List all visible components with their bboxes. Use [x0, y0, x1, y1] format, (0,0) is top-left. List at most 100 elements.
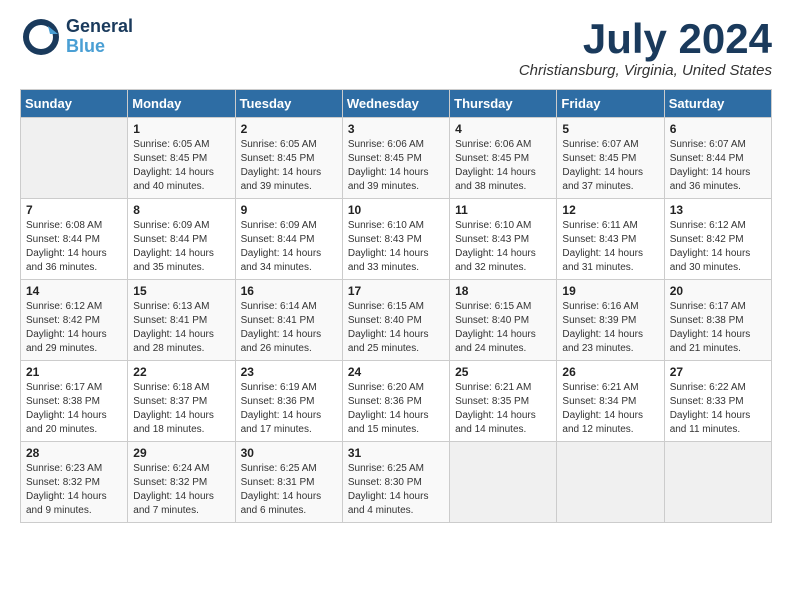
day-number: 6 [670, 122, 766, 136]
day-info: Sunrise: 6:11 AMSunset: 8:43 PMDaylight:… [562, 219, 658, 275]
day-number: 10 [348, 203, 444, 217]
calendar-cell: 6 Sunrise: 6:07 AMSunset: 8:44 PMDaylight… [664, 118, 771, 199]
day-info: Sunrise: 6:06 AMSunset: 8:45 PMDaylight:… [455, 138, 551, 194]
day-number: 7 [26, 203, 122, 217]
day-info: Sunrise: 6:12 AMSunset: 8:42 PMDaylight:… [26, 300, 122, 356]
calendar-header-row: SundayMondayTuesdayWednesdayThursdayFrid… [21, 90, 772, 118]
day-number: 18 [455, 284, 551, 298]
day-info: Sunrise: 6:09 AMSunset: 8:44 PMDaylight:… [133, 219, 229, 275]
day-info: Sunrise: 6:17 AMSunset: 8:38 PMDaylight:… [26, 381, 122, 437]
day-header-tuesday: Tuesday [235, 90, 342, 118]
day-info: Sunrise: 6:15 AMSunset: 8:40 PMDaylight:… [348, 300, 444, 356]
day-header-sunday: Sunday [21, 90, 128, 118]
calendar-cell [21, 118, 128, 199]
calendar-cell: 28Sunrise: 6:23 AMSunset: 8:32 PMDayligh… [21, 442, 128, 523]
calendar-cell [450, 442, 557, 523]
calendar-week-row: 21 Sunrise: 6:17 AMSunset: 8:38 PMDayligh… [21, 361, 772, 442]
calendar-week-row: 14 Sunrise: 6:12 AMSunset: 8:42 PMDayligh… [21, 280, 772, 361]
day-number: 14 [26, 284, 122, 298]
day-header-thursday: Thursday [450, 90, 557, 118]
calendar-cell: 3 Sunrise: 6:06 AMSunset: 8:45 PMDaylight… [342, 118, 449, 199]
day-number: 19 [562, 284, 658, 298]
calendar-cell [557, 442, 664, 523]
calendar-cell: 5Sunrise: 6:07 AMSunset: 8:45 PMDaylight… [557, 118, 664, 199]
day-number: 9 [241, 203, 337, 217]
month-title: July 2024 [519, 16, 772, 62]
calendar-cell: 7 Sunrise: 6:08 AMSunset: 8:44 PMDaylight… [21, 199, 128, 280]
day-header-wednesday: Wednesday [342, 90, 449, 118]
day-info: Sunrise: 6:07 AMSunset: 8:44 PMDaylight:… [670, 138, 766, 194]
day-info: Sunrise: 6:18 AMSunset: 8:37 PMDaylight:… [133, 381, 229, 437]
calendar-cell: 30Sunrise: 6:25 AMSunset: 8:31 PMDayligh… [235, 442, 342, 523]
day-info: Sunrise: 6:19 AMSunset: 8:36 PMDaylight:… [241, 381, 337, 437]
calendar-week-row: 7 Sunrise: 6:08 AMSunset: 8:44 PMDaylight… [21, 199, 772, 280]
logo: General Blue [20, 16, 133, 58]
day-info: Sunrise: 6:24 AMSunset: 8:32 PMDaylight:… [133, 462, 229, 518]
calendar-cell: 18Sunrise: 6:15 AMSunset: 8:40 PMDayligh… [450, 280, 557, 361]
day-info: Sunrise: 6:16 AMSunset: 8:39 PMDaylight:… [562, 300, 658, 356]
day-number: 4 [455, 122, 551, 136]
day-number: 20 [670, 284, 766, 298]
calendar-cell: 21 Sunrise: 6:17 AMSunset: 8:38 PMDayligh… [21, 361, 128, 442]
calendar-cell: 8Sunrise: 6:09 AMSunset: 8:44 PMDaylight… [128, 199, 235, 280]
calendar-cell: 26Sunrise: 6:21 AMSunset: 8:34 PMDayligh… [557, 361, 664, 442]
day-header-friday: Friday [557, 90, 664, 118]
calendar-cell: 13Sunrise: 6:12 AMSunset: 8:42 PMDayligh… [664, 199, 771, 280]
day-number: 15 [133, 284, 229, 298]
calendar-week-row: 28Sunrise: 6:23 AMSunset: 8:32 PMDayligh… [21, 442, 772, 523]
day-number: 21 [26, 365, 122, 379]
day-number: 12 [562, 203, 658, 217]
calendar-cell: 23 Sunrise: 6:19 AMSunset: 8:36 PMDayligh… [235, 361, 342, 442]
day-info: Sunrise: 6:25 AMSunset: 8:31 PMDaylight:… [241, 462, 337, 518]
calendar-cell: 22Sunrise: 6:18 AMSunset: 8:37 PMDayligh… [128, 361, 235, 442]
day-info: Sunrise: 6:17 AMSunset: 8:38 PMDaylight:… [670, 300, 766, 356]
day-info: Sunrise: 6:25 AMSunset: 8:30 PMDaylight:… [348, 462, 444, 518]
day-number: 26 [562, 365, 658, 379]
day-info: Sunrise: 6:20 AMSunset: 8:36 PMDaylight:… [348, 381, 444, 437]
day-info: Sunrise: 6:10 AMSunset: 8:43 PMDaylight:… [455, 219, 551, 275]
day-number: 24 [348, 365, 444, 379]
day-header-saturday: Saturday [664, 90, 771, 118]
day-number: 29 [133, 446, 229, 460]
calendar-cell: 20 Sunrise: 6:17 AMSunset: 8:38 PMDayligh… [664, 280, 771, 361]
calendar-cell: 4 Sunrise: 6:06 AMSunset: 8:45 PMDaylight… [450, 118, 557, 199]
calendar-table: SundayMondayTuesdayWednesdayThursdayFrid… [20, 89, 772, 523]
day-info: Sunrise: 6:05 AMSunset: 8:45 PMDaylight:… [133, 138, 229, 194]
calendar-cell: 19 Sunrise: 6:16 AMSunset: 8:39 PMDayligh… [557, 280, 664, 361]
location: Christiansburg, Virginia, United States [519, 62, 772, 79]
day-number: 31 [348, 446, 444, 460]
calendar-cell: 25Sunrise: 6:21 AMSunset: 8:35 PMDayligh… [450, 361, 557, 442]
day-info: Sunrise: 6:23 AMSunset: 8:32 PMDaylight:… [26, 462, 122, 518]
calendar-cell: 29 Sunrise: 6:24 AMSunset: 8:32 PMDayligh… [128, 442, 235, 523]
day-number: 25 [455, 365, 551, 379]
day-info: Sunrise: 6:09 AMSunset: 8:44 PMDaylight:… [241, 219, 337, 275]
day-header-monday: Monday [128, 90, 235, 118]
calendar-cell: 31 Sunrise: 6:25 AMSunset: 8:30 PMDayligh… [342, 442, 449, 523]
day-number: 27 [670, 365, 766, 379]
page-header: General Blue July 2024 Christiansburg, V… [20, 16, 772, 79]
day-number: 1 [133, 122, 229, 136]
day-info: Sunrise: 6:13 AMSunset: 8:41 PMDaylight:… [133, 300, 229, 356]
title-area: July 2024 Christiansburg, Virginia, Unit… [519, 16, 772, 79]
calendar-cell: 11 Sunrise: 6:10 AMSunset: 8:43 PMDayligh… [450, 199, 557, 280]
calendar-cell: 15 Sunrise: 6:13 AMSunset: 8:41 PMDayligh… [128, 280, 235, 361]
day-info: Sunrise: 6:12 AMSunset: 8:42 PMDaylight:… [670, 219, 766, 275]
calendar-cell: 1 Sunrise: 6:05 AMSunset: 8:45 PMDaylight… [128, 118, 235, 199]
day-info: Sunrise: 6:08 AMSunset: 8:44 PMDaylight:… [26, 219, 122, 275]
logo-blue: Blue [66, 37, 133, 57]
day-number: 17 [348, 284, 444, 298]
calendar-cell: 2Sunrise: 6:05 AMSunset: 8:45 PMDaylight… [235, 118, 342, 199]
logo-general: General [66, 17, 133, 37]
day-info: Sunrise: 6:10 AMSunset: 8:43 PMDaylight:… [348, 219, 444, 275]
day-number: 5 [562, 122, 658, 136]
day-number: 11 [455, 203, 551, 217]
day-number: 2 [241, 122, 337, 136]
calendar-cell: 16Sunrise: 6:14 AMSunset: 8:41 PMDayligh… [235, 280, 342, 361]
day-info: Sunrise: 6:22 AMSunset: 8:33 PMDaylight:… [670, 381, 766, 437]
calendar-cell: 27 Sunrise: 6:22 AMSunset: 8:33 PMDayligh… [664, 361, 771, 442]
day-number: 23 [241, 365, 337, 379]
day-number: 3 [348, 122, 444, 136]
calendar-cell: 17 Sunrise: 6:15 AMSunset: 8:40 PMDayligh… [342, 280, 449, 361]
calendar-cell: 12 Sunrise: 6:11 AMSunset: 8:43 PMDayligh… [557, 199, 664, 280]
day-info: Sunrise: 6:06 AMSunset: 8:45 PMDaylight:… [348, 138, 444, 194]
